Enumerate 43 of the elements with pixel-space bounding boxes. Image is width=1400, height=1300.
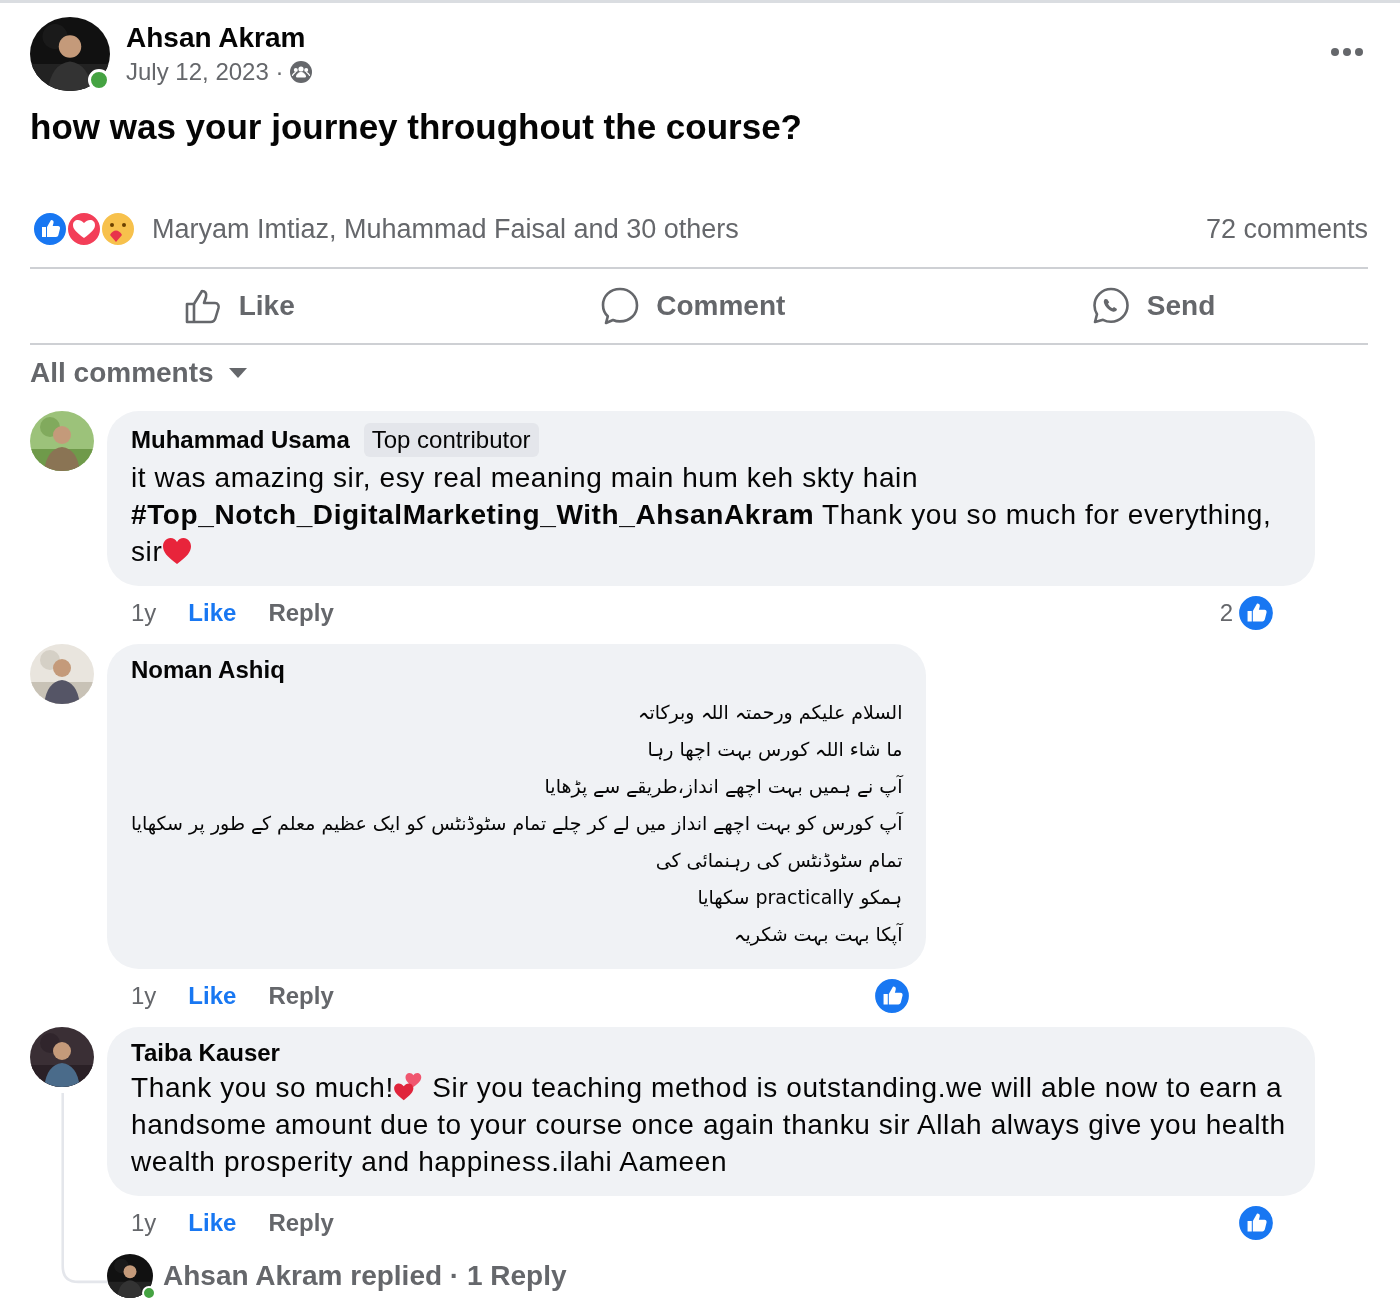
comment-text-line: السلام علیکم ورحمتہ اللہ وبرکاتہ [637,700,903,726]
phone-bubble-icon [1090,286,1131,326]
caret-icon [227,367,248,379]
like-icon [873,977,911,1015]
comment-like-link[interactable]: Like [188,1209,237,1237]
comment-text-line: آپ نے ہمیں بہت اچھے انداز،طریقے سے پڑھایا [543,774,903,800]
comment-text-line: آپ کورس کو بہت اچھے انداز میں لے کر چلے تمام سٹوڈنٹس کو ایک عظیم معلم کے طور پر سکھایا [131,811,903,837]
comment-button[interactable]: Comment [590,280,796,332]
comment-reply-link[interactable]: Reply [268,1209,334,1237]
comment-time: 1y [131,599,157,627]
comment-text: it was amazing sir, esy real meaning main hum keh skty hain #Top_Notch_DigitalMarketing_With_AhsanAkram Thank you so much for everything, sir [131,461,1273,569]
author-name[interactable]: Ahsan Akram [126,22,314,54]
comment-time: 1y [131,1209,157,1237]
reactions-summary[interactable]: Maryam Imtiaz, Muhammad Faisal and 30 others [152,213,739,245]
two-hearts-icon [393,1073,424,1101]
reaction-count: 2 [1219,599,1233,627]
contributor-badge: Top contributor [363,423,539,457]
comment-text-line: ہمکو practically سکھایا [696,885,903,911]
speech-bubble-icon [600,286,641,326]
comment-text-line: تمام سٹوڈنٹس کی رہنمائی کی [654,848,903,874]
send-button[interactable]: Send [1080,280,1226,332]
group-icon [289,60,314,84]
comment-like-link[interactable]: Like [188,599,237,627]
post-text: how was your journey throughout the course? [30,107,803,147]
comments-count[interactable]: 72 comments [1205,213,1368,245]
comment-reply-link[interactable]: Reply [268,599,334,627]
view-replies-link[interactable]: Ahsan Akram replied · 1 Reply [163,1260,567,1292]
comment-reply-link[interactable]: Reply [268,982,334,1010]
more-options-icon[interactable] [1330,47,1364,57]
like-icon [1237,594,1275,632]
commenter-name[interactable]: Noman Ashiq [131,656,285,684]
like-icon [1237,1204,1275,1242]
heart-icon [162,537,193,565]
comment-text: Thank you so much! Sir you teaching method is outstanding.we will able now to earn a handsome amount due to your course once again thanku sir Allah always give you health wealth prosperity and happiness.ilahi Aameen [131,1071,1287,1179]
commenter-name[interactable]: Muhammad Usama [131,426,350,454]
comments-filter-dropdown[interactable]: All comments [30,357,248,389]
like-button[interactable]: Like [172,280,305,332]
comment-text-line: ما شاء اللہ کورس بہت اچھا رہا [646,737,903,763]
comment-like-link[interactable]: Like [188,982,237,1010]
comment-time: 1y [131,982,157,1010]
comment-text-line: آپکا بہت بہت شکریہ [733,922,903,948]
commenter-name[interactable]: Taiba Kauser [131,1039,280,1067]
post-date: July 12, 2023 · [126,58,284,86]
